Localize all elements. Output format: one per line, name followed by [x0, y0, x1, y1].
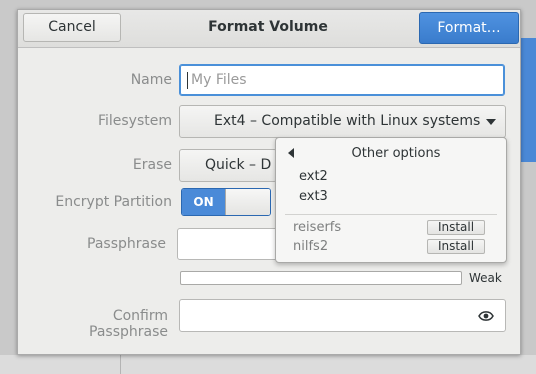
toggle-knob[interactable]: [225, 189, 270, 215]
confirm-label: Confirm Passphrase: [89, 308, 168, 340]
confirm-passphrase-field[interactable]: [179, 299, 506, 332]
erase-label: Erase: [132, 157, 172, 173]
option-ext3[interactable]: ext3: [299, 189, 328, 204]
dialog-header: Cancel Format Volume Format…: [18, 10, 520, 48]
popover-divider: [285, 214, 497, 215]
install-reiserfs-button[interactable]: Install: [427, 220, 485, 235]
name-placeholder: My Files: [191, 72, 247, 88]
name-field[interactable]: My Files: [179, 64, 505, 96]
passphrase-field[interactable]: [177, 228, 287, 260]
option-ext2[interactable]: ext2: [299, 169, 328, 184]
install-nilfs2-button[interactable]: Install: [427, 239, 485, 254]
strength-bar: [180, 271, 462, 285]
popover-title: Other options: [351, 146, 441, 161]
background-window-bottom: [0, 355, 536, 374]
chevron-left-icon[interactable]: [288, 148, 294, 158]
encrypt-label: Encrypt Partition: [55, 194, 172, 210]
filesystem-label: Filesystem: [97, 113, 172, 129]
filesystem-dropdown[interactable]: Ext4 – Compatible with Linux systems: [179, 105, 506, 138]
chevron-down-icon: [486, 119, 496, 125]
filesystem-options-popover: Other options ext2 ext3 reiserfs Install…: [275, 137, 507, 263]
erase-dropdown[interactable]: Quick – D: [179, 149, 277, 182]
dialog-title: Format Volume: [208, 19, 328, 35]
toggle-on-label: ON: [182, 189, 225, 215]
cancel-button[interactable]: Cancel: [23, 13, 121, 42]
eye-icon[interactable]: [478, 310, 494, 322]
text-cursor: [187, 72, 188, 89]
format-button[interactable]: Format…: [419, 12, 519, 44]
erase-value: Quick – D: [205, 157, 272, 173]
filesystem-value: Ext4 – Compatible with Linux systems: [214, 113, 481, 129]
option-reiserfs: reiserfs: [293, 220, 342, 235]
encrypt-toggle[interactable]: ON: [181, 188, 271, 216]
background-divider: [120, 355, 121, 374]
strength-label: Weak: [469, 271, 502, 285]
passphrase-label: Passphrase: [87, 236, 166, 252]
option-nilfs2: nilfs2: [293, 239, 329, 254]
name-label: Name: [130, 72, 172, 88]
